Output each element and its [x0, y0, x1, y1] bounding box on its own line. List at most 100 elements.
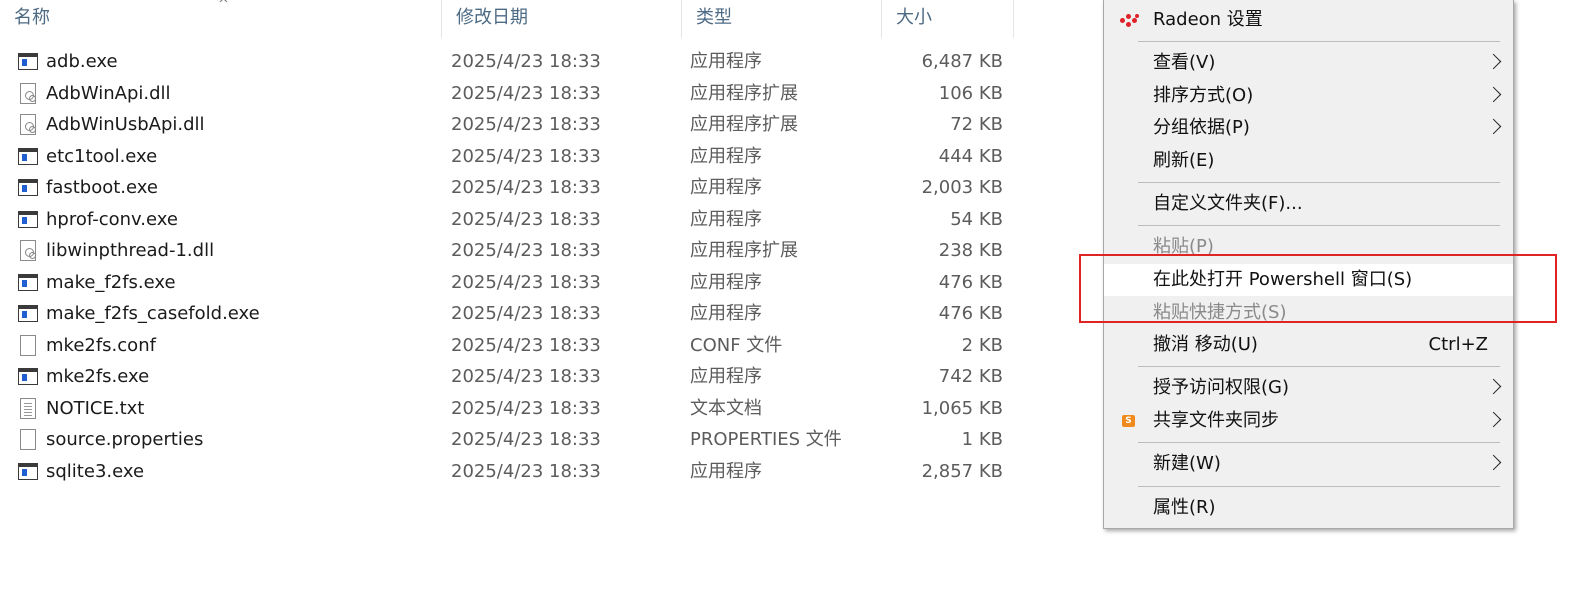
column-header-name[interactable]: 名称 ^: [0, 0, 441, 38]
file-row[interactable]: adb.exe 2025/4/23 18:33 应用程序 6,487 KB: [0, 46, 1020, 77]
menu-item-undo-move[interactable]: 撤消 移动(U) Ctrl+Z: [1104, 329, 1513, 361]
dll-icon: [17, 240, 39, 262]
menu-item-customize-folder[interactable]: 自定义文件夹(F)...: [1104, 188, 1513, 220]
menu-item-radeon-settings[interactable]: Radeon 设置: [1104, 4, 1513, 36]
file-name: NOTICE.txt: [46, 397, 145, 419]
file-date-modified: 2025/4/23 18:33: [451, 271, 601, 293]
file-row[interactable]: libwinpthread-1.dll 2025/4/23 18:33 应用程序扩展…: [0, 235, 1020, 266]
file-name: adb.exe: [46, 51, 118, 72]
file-size: 2,003 KB: [921, 177, 1003, 198]
file-size: 2,857 KB: [921, 460, 1003, 482]
exe-icon: [17, 461, 39, 483]
menu-item-label: 刷新(E): [1153, 150, 1215, 171]
menu-item-new[interactable]: 新建(W): [1104, 448, 1513, 480]
explorer-window: 名称 ^ 修改日期 类型 大小 adb.exe 2025/4/23 18:33 应用…: [0, 0, 1591, 605]
menu-item-group-by[interactable]: 分组依据(P): [1104, 112, 1513, 144]
file-size: 476 KB: [938, 271, 1003, 293]
file-name: make_f2fs_casefold.exe: [46, 303, 260, 324]
file-row[interactable]: source.properties 2025/4/23 18:33 PROPERTI…: [0, 424, 1020, 455]
file-date-modified: 2025/4/23 18:33: [451, 334, 601, 356]
file-row[interactable]: make_f2fs.exe 2025/4/23 18:33 应用程序 476 KB: [0, 267, 1020, 298]
chevron-right-icon: [1485, 378, 1502, 395]
file-date-modified: 2025/4/23 18:33: [451, 208, 601, 230]
file-date-modified: 2025/4/23 18:33: [451, 460, 601, 482]
file-name: libwinpthread-1.dll: [46, 240, 215, 261]
exe-icon: [17, 366, 39, 388]
file-size: 742 KB: [938, 366, 1003, 387]
file-date-modified: 2025/4/23 18:33: [451, 366, 601, 387]
exe-icon: [17, 51, 39, 73]
file-type: 应用程序: [690, 366, 762, 387]
share-sync-icon: S: [1122, 415, 1135, 427]
sort-ascending-icon: ^: [218, 0, 229, 12]
file-size: 238 KB: [938, 240, 1003, 261]
file-name: etc1tool.exe: [46, 145, 158, 167]
file-name: mke2fs.conf: [46, 334, 156, 356]
file-size: 6,487 KB: [921, 51, 1003, 72]
file-date-modified: 2025/4/23 18:33: [451, 145, 601, 167]
file-row[interactable]: hprof-conv.exe 2025/4/23 18:33 应用程序 54 KB: [0, 204, 1020, 235]
menu-item-sort-by[interactable]: 排序方式(O): [1104, 80, 1513, 112]
file-name: AdbWinApi.dll: [46, 82, 171, 104]
menu-item-label: 属性(R): [1153, 497, 1216, 518]
chevron-right-icon: [1485, 411, 1502, 428]
menu-item-label: 新建(W): [1153, 453, 1221, 474]
exe-icon: [17, 146, 39, 168]
menu-separator: [1138, 442, 1500, 443]
blank-file-icon: [17, 429, 39, 451]
file-name: sqlite3.exe: [46, 460, 145, 482]
file-size: 444 KB: [938, 145, 1003, 167]
file-type: 应用程序: [690, 208, 762, 230]
file-date-modified: 2025/4/23 18:33: [451, 51, 601, 72]
file-date-modified: 2025/4/23 18:33: [451, 429, 601, 450]
menu-item-label: 排序方式(O): [1153, 85, 1254, 106]
exe-icon: [17, 272, 39, 294]
menu-item-give-access[interactable]: 授予访问权限(G): [1104, 372, 1513, 404]
menu-separator: [1138, 486, 1500, 487]
column-header-modified[interactable]: 修改日期: [441, 0, 681, 38]
file-size: 476 KB: [938, 303, 1003, 324]
menu-item-view[interactable]: 查看(V): [1104, 47, 1513, 79]
file-name: make_f2fs.exe: [46, 271, 176, 293]
file-size: 1,065 KB: [921, 397, 1003, 419]
column-header-type[interactable]: 类型: [681, 0, 881, 38]
column-header-type-label: 类型: [696, 7, 732, 28]
column-divider[interactable]: [1013, 0, 1014, 38]
column-header-size[interactable]: 大小: [881, 0, 1013, 38]
chevron-right-icon: [1485, 118, 1502, 135]
menu-item-label: Radeon 设置: [1153, 9, 1263, 30]
file-row[interactable]: fastboot.exe 2025/4/23 18:33 应用程序 2,003 KB: [0, 172, 1020, 203]
file-date-modified: 2025/4/23 18:33: [451, 240, 601, 261]
file-type: 应用程序: [690, 271, 762, 293]
file-row[interactable]: AdbWinUsbApi.dll 2025/4/23 18:33 应用程序扩展 72 …: [0, 109, 1020, 140]
chevron-right-icon: [1485, 53, 1502, 70]
file-row[interactable]: make_f2fs_casefold.exe 2025/4/23 18:33 应用程…: [0, 298, 1020, 329]
file-date-modified: 2025/4/23 18:33: [451, 303, 601, 324]
file-size: 54 KB: [950, 208, 1003, 230]
menu-item-share-folder-sync[interactable]: S 共享文件夹同步: [1104, 405, 1513, 437]
menu-item-properties[interactable]: 属性(R): [1104, 492, 1513, 524]
column-header-name-label: 名称: [14, 7, 50, 28]
menu-item-label: 分组依据(P): [1153, 117, 1250, 138]
menu-item-refresh[interactable]: 刷新(E): [1104, 145, 1513, 177]
file-row[interactable]: sqlite3.exe 2025/4/23 18:33 应用程序 2,857 KB: [0, 456, 1020, 487]
file-date-modified: 2025/4/23 18:33: [451, 114, 601, 135]
file-size: 72 KB: [950, 114, 1003, 135]
file-row[interactable]: AdbWinApi.dll 2025/4/23 18:33 应用程序扩展 106 KB: [0, 78, 1020, 109]
file-row[interactable]: NOTICE.txt 2025/4/23 18:33 文本文档 1,065 KB: [0, 393, 1020, 424]
menu-item-label: 查看(V): [1153, 52, 1216, 73]
file-row[interactable]: mke2fs.conf 2025/4/23 18:33 CONF 文件 2 KB: [0, 330, 1020, 361]
file-type: 文本文档: [690, 397, 762, 419]
file-row[interactable]: etc1tool.exe 2025/4/23 18:33 应用程序 444 KB: [0, 141, 1020, 172]
exe-icon: [17, 177, 39, 199]
menu-separator: [1138, 41, 1500, 42]
column-header-modified-label: 修改日期: [456, 7, 528, 28]
file-type: 应用程序扩展: [690, 114, 798, 135]
file-type: 应用程序: [690, 51, 762, 72]
file-name: mke2fs.exe: [46, 366, 150, 387]
dll-icon: [17, 114, 39, 136]
file-size: 1 KB: [961, 429, 1003, 450]
file-row[interactable]: mke2fs.exe 2025/4/23 18:33 应用程序 742 KB: [0, 361, 1020, 392]
menu-item-label: 自定义文件夹(F)...: [1153, 193, 1303, 214]
file-size: 106 KB: [938, 82, 1003, 104]
